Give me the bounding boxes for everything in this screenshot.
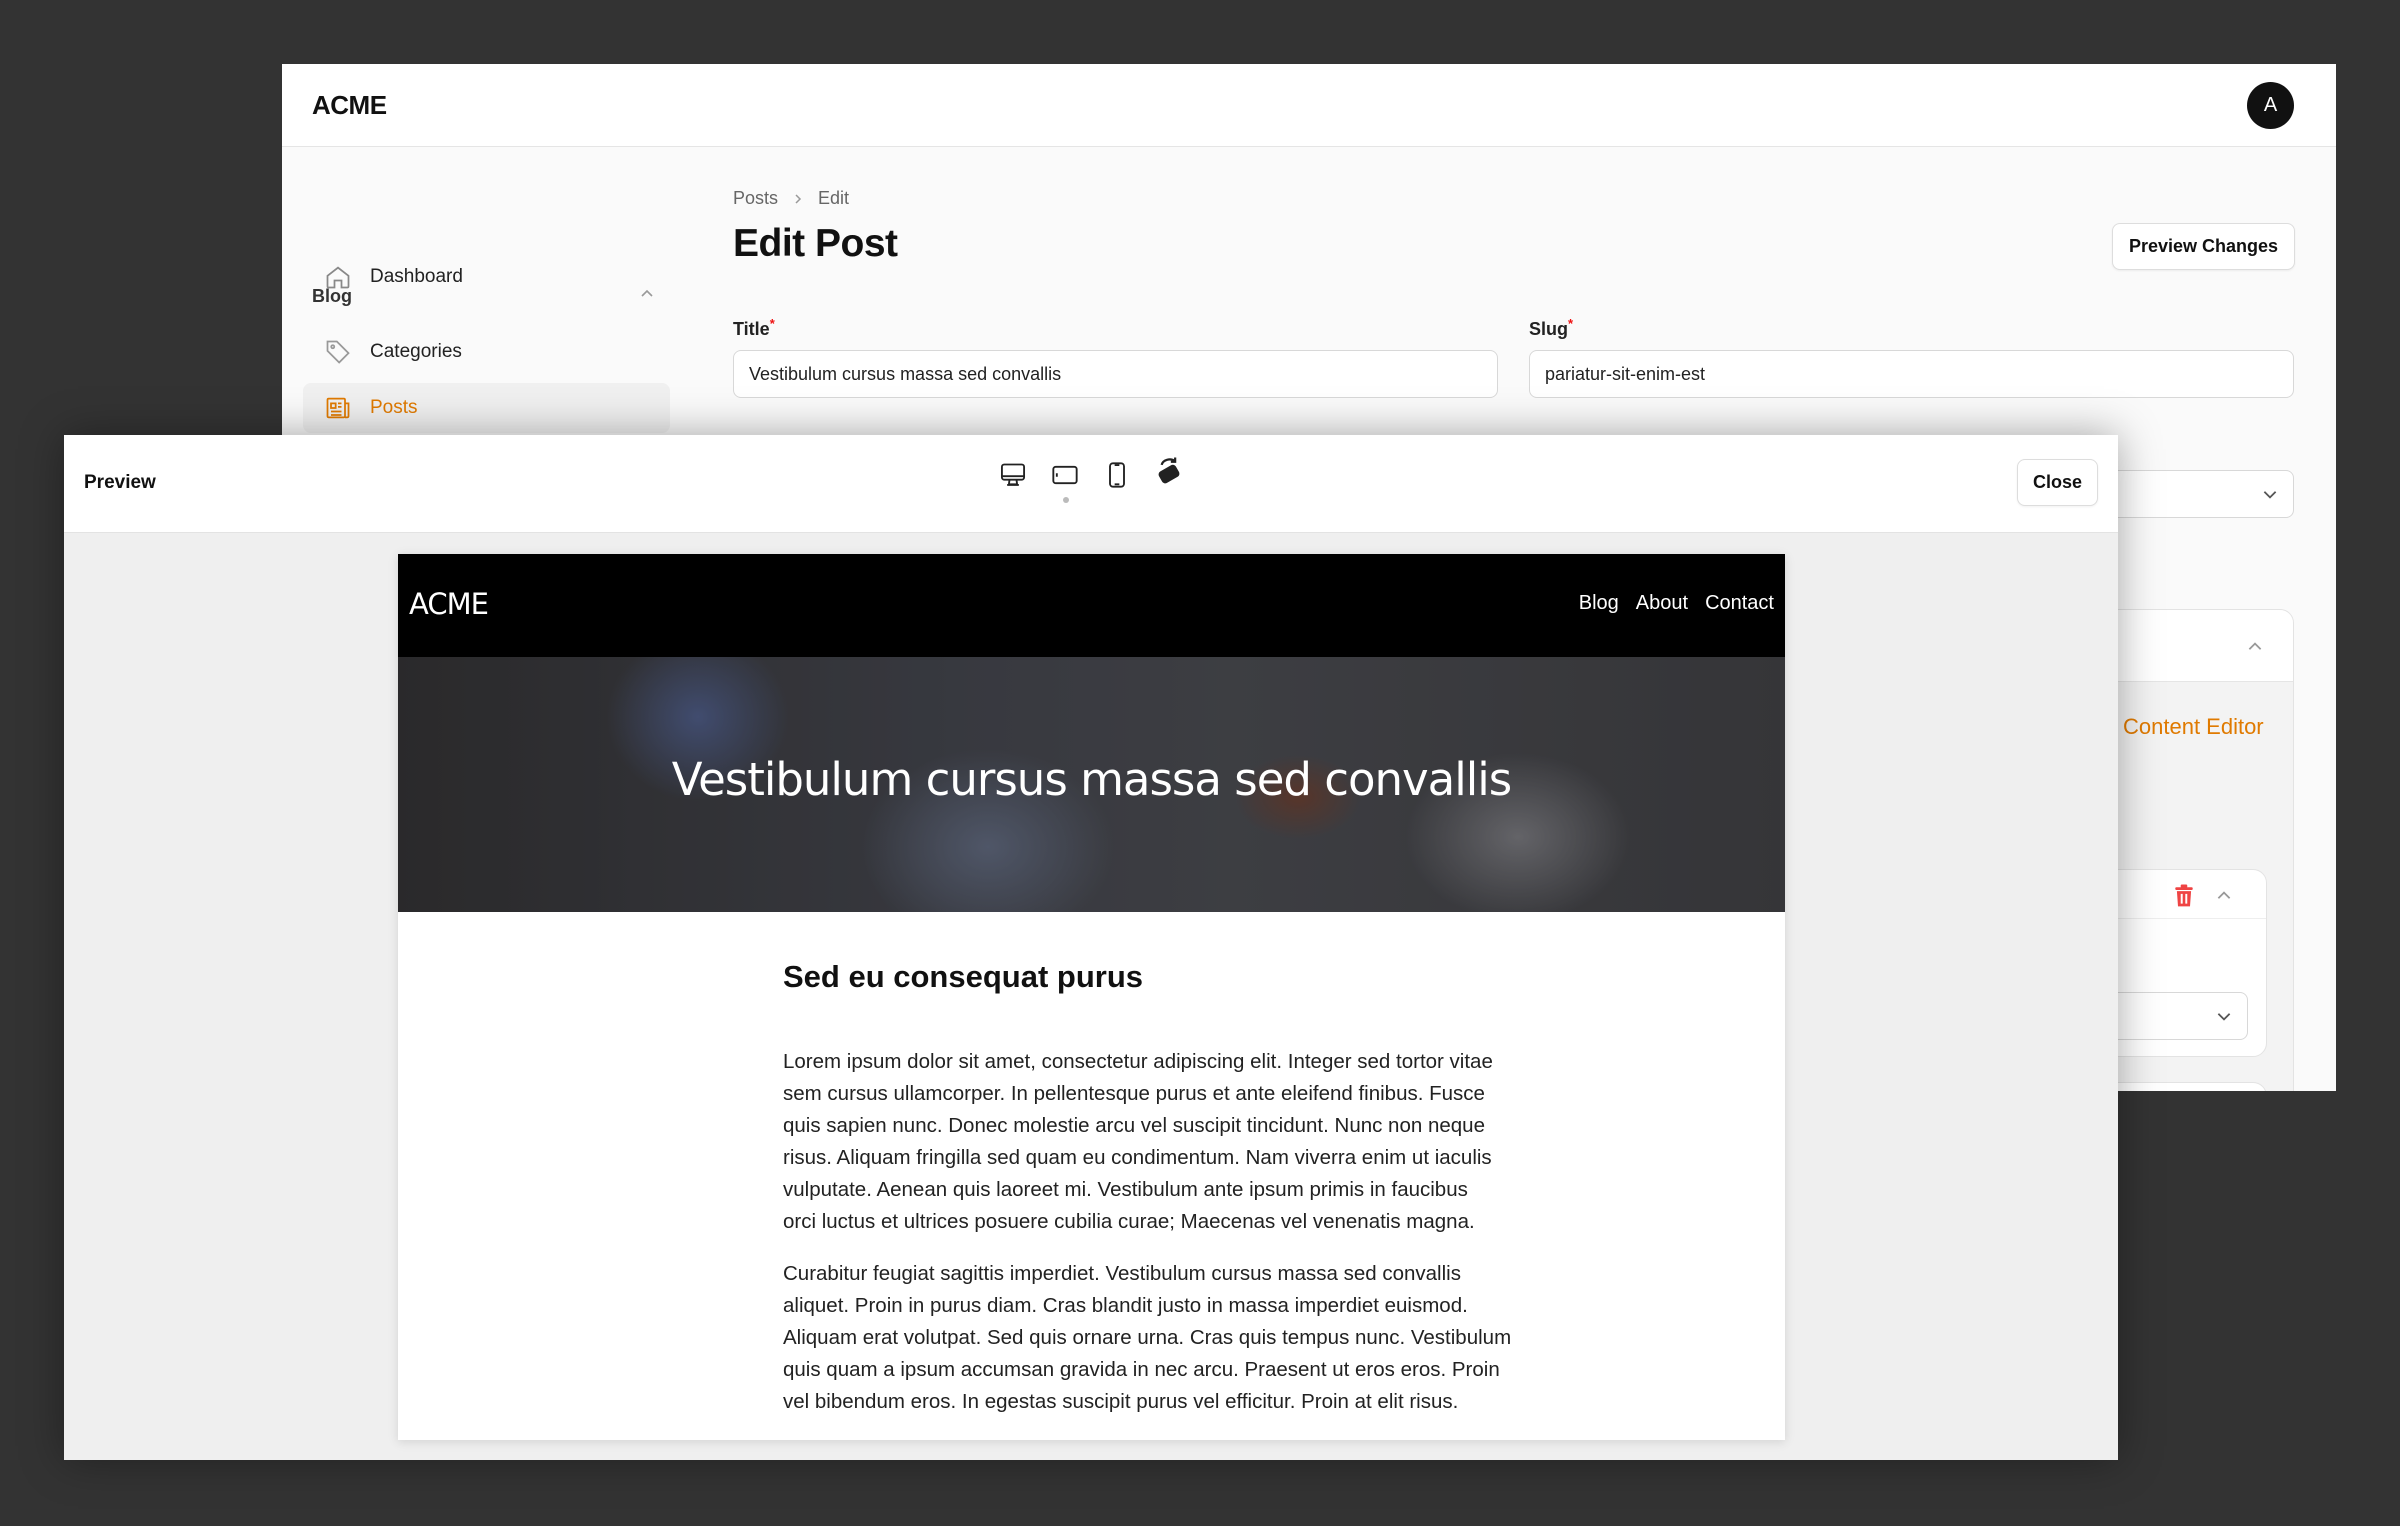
required-mark: *	[769, 316, 775, 331]
paragraph-line: orci luctus et ultrices posuere cubilia …	[783, 1210, 1475, 1233]
chevron-up-icon[interactable]	[2215, 887, 2233, 905]
nav-link-about[interactable]: About	[1636, 592, 1688, 615]
site-preview: ACME Blog About Contact Vestibulum cursu…	[398, 554, 1785, 1440]
page-title: Edit Post	[733, 222, 898, 265]
trash-icon[interactable]	[2173, 884, 2195, 908]
sidebar-group-blog[interactable]: Blog	[312, 286, 352, 307]
required-mark: *	[1568, 316, 1574, 331]
modal-header: Preview Close	[64, 435, 2118, 533]
nav-link-blog[interactable]: Blog	[1579, 592, 1619, 615]
modal-title: Preview	[84, 472, 156, 493]
paragraph-line: risus. Aliquam fringilla sed quam eu con…	[783, 1146, 1492, 1169]
site-nav: ACME Blog About Contact	[398, 554, 1785, 657]
preview-modal: Preview Close ACME Blog About Contact Ve…	[64, 435, 2118, 1460]
hero-title: Vestibulum cursus massa sed convallis	[671, 753, 1512, 806]
tablet-landscape-icon[interactable]	[1051, 461, 1079, 489]
mobile-icon[interactable]	[1103, 461, 1131, 489]
chevron-up-icon[interactable]	[639, 286, 655, 302]
breadcrumb-posts[interactable]: Posts	[733, 188, 778, 209]
content-editor-tab[interactable]: Content Editor	[2123, 714, 2264, 740]
breadcrumb-edit: Edit	[818, 188, 850, 208]
app-logo: ACME	[312, 90, 387, 120]
paragraph-line: Aliquam erat volutpat. Sed quis ornare u…	[783, 1326, 1512, 1349]
newspaper-icon	[326, 397, 350, 419]
slug-input[interactable]: pariatur-sit-enim-est	[1529, 350, 2294, 398]
paragraph-line: aliquet. Proin in purus diam. Cras bland…	[783, 1294, 1468, 1317]
nav-link-contact[interactable]: Contact	[1705, 592, 1774, 615]
rotate-icon[interactable]	[1154, 455, 1184, 487]
chevron-up-icon[interactable]	[2246, 638, 2264, 656]
sidebar-item-posts[interactable]: Posts	[303, 383, 670, 433]
avatar[interactable]: A	[2247, 82, 2294, 129]
sidebar-item-label: Posts	[370, 397, 418, 418]
paragraph-line: Curabitur feugiat sagittis imperdiet. Ve…	[783, 1262, 1461, 1285]
title-input[interactable]: Vestibulum cursus massa sed convallis	[733, 350, 1498, 398]
site-nav-links: Blog About Contact	[1579, 592, 1774, 615]
article-heading: Sed eu consequat purus	[783, 959, 1144, 994]
desktop-icon[interactable]	[999, 461, 1027, 489]
article-paragraph: Curabitur feugiat sagittis imperdiet. Ve…	[783, 1258, 1511, 1418]
hero-image: Vestibulum cursus massa sed convallis	[398, 657, 1785, 912]
slug-label-text: Slug	[1529, 319, 1568, 339]
sidebar-item-label: Dashboard	[370, 266, 463, 287]
chevron-down-icon	[2217, 1013, 2231, 1021]
article-paragraph: Lorem ipsum dolor sit amet, consectetur …	[783, 1046, 1493, 1238]
preview-changes-button[interactable]: Preview Changes	[2112, 223, 2295, 270]
paragraph-line: vel bibendum eros. In egestas suscipit p…	[783, 1390, 1459, 1413]
title-label-text: Title	[733, 319, 770, 339]
breadcrumb: Posts Edit	[733, 188, 849, 209]
chevron-right-icon	[795, 193, 802, 204]
top-bar: ACME A	[282, 64, 2336, 147]
paragraph-line: vulputate. Aenean quis laoreet mi. Vesti…	[783, 1178, 1468, 1201]
paragraph-line: quis quam a ipsum accumsan gravida in ne…	[783, 1358, 1500, 1381]
title-label: Title*	[733, 316, 775, 340]
sidebar-item-label: Categories	[370, 341, 462, 362]
tag-icon	[326, 340, 350, 364]
active-device-indicator	[1063, 497, 1069, 503]
site-logo[interactable]: ACME	[409, 587, 489, 621]
paragraph-line: sem cursus ullamcorper. In pellentesque …	[783, 1082, 1485, 1105]
slug-label: Slug*	[1529, 316, 1573, 340]
paragraph-line: quis sapien nunc. Donec molestie arcu ve…	[783, 1114, 1485, 1137]
chevron-down-icon	[2263, 491, 2277, 499]
sidebar-item-categories[interactable]: Categories	[303, 327, 670, 377]
paragraph-line: Lorem ipsum dolor sit amet, consectetur …	[783, 1050, 1493, 1073]
close-button[interactable]: Close	[2017, 459, 2098, 506]
sidebar-item-dashboard[interactable]: Dashboard	[303, 252, 670, 302]
